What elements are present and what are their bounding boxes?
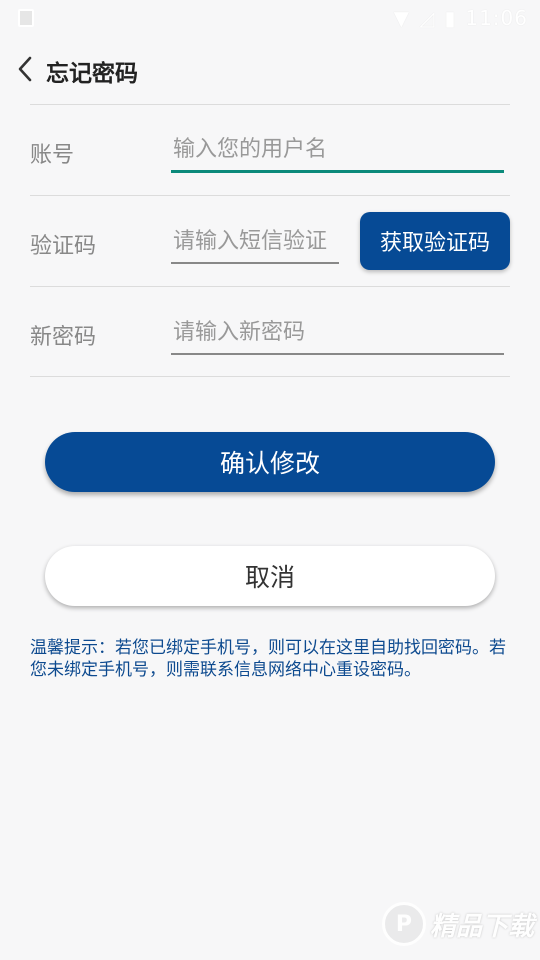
signal-icon: ◿ [418,6,435,30]
watermark-text: 精品下载 [429,911,534,942]
confirm-button[interactable]: 确认修改 [45,432,495,492]
account-row: 账号 [30,104,510,195]
wifi-icon: ▼ [393,6,409,30]
battery-icon: ▮ [444,6,456,30]
new-password-row: 新密码 [30,286,510,377]
status-bar: ▼ ◿ ▮ 11:06 [0,0,540,36]
new-password-label: 新密码 [30,325,97,350]
account-input[interactable] [171,129,504,173]
code-label: 验证码 [30,234,97,259]
back-button[interactable] [10,52,40,86]
page-title: 忘记密码 [46,61,138,87]
notification-icon [18,9,34,27]
code-row: 验证码 获取验证码 [30,195,510,286]
chevron-left-icon [18,56,32,82]
get-code-button[interactable]: 获取验证码 [360,212,510,270]
new-password-input[interactable] [171,311,504,355]
cancel-button[interactable]: 取消 [45,546,495,606]
tip-text: 温馨提示：若您已绑定手机号，则可以在这里自助找回密码。若您未绑定手机号，则需联系… [30,638,506,680]
code-input[interactable] [171,220,339,264]
status-bar-right: ▼ ◿ ▮ 11:06 [394,6,528,30]
watermark: P 精品下载 [381,896,534,952]
status-time: 11:06 [465,6,528,30]
reset-password-form: 账号 验证码 获取验证码 新密码 [30,104,510,377]
account-label: 账号 [30,143,75,168]
watermark-logo-icon: P [381,902,426,946]
header: 忘记密码 [0,40,540,100]
